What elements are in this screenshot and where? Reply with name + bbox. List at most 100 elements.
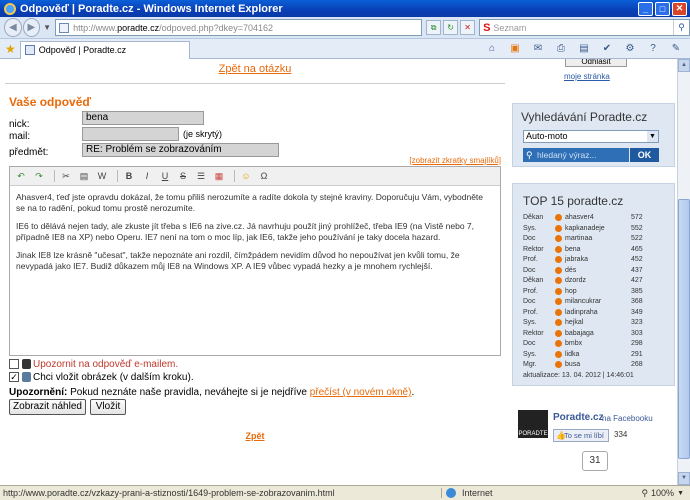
undo-icon[interactable]: ↶ xyxy=(14,169,28,183)
safety-icon[interactable]: ✔ xyxy=(597,41,617,57)
scroll-thumb[interactable] xyxy=(678,199,690,459)
site-search-input[interactable]: ⚲ hledaný výraz... xyxy=(523,148,629,162)
editor-content[interactable]: Ahasver4, ťeď jste opravdu dokázal, že t… xyxy=(10,186,500,285)
top15-name[interactable]: ladinpraha xyxy=(565,308,598,317)
paste-icon[interactable]: ▤ xyxy=(77,169,91,183)
scroll-up-icon[interactable]: ▲ xyxy=(678,59,690,72)
underline-icon[interactable]: U xyxy=(158,169,172,183)
back-to-question-link[interactable]: Zpět na otázku xyxy=(5,63,505,75)
top15-name[interactable]: babajaga xyxy=(565,329,594,338)
stop-icon[interactable]: ✕ xyxy=(460,20,476,35)
close-icon[interactable]: ✕ xyxy=(672,1,687,16)
top15-row[interactable]: Rektor babajaga 303 xyxy=(523,329,673,338)
top15-name[interactable]: ahasver4 xyxy=(565,213,594,222)
notify-checkbox[interactable] xyxy=(9,359,19,369)
chevron-down-icon[interactable]: ▼ xyxy=(677,490,684,497)
page-menu-icon[interactable]: ▤ xyxy=(574,41,594,57)
subject-field[interactable]: RE: Problém se zobrazováním xyxy=(82,143,279,157)
print-icon[interactable]: ⎙ xyxy=(551,41,571,57)
category-select[interactable]: Auto-moto ▼ xyxy=(523,130,659,143)
top15-name[interactable]: jabraka xyxy=(565,255,588,264)
rules-warning: Upozornění: Pokud neznáte naše pravidla,… xyxy=(9,387,414,398)
search-ok-button[interactable]: OK xyxy=(630,148,659,162)
top15-row[interactable]: Sys. lidka 291 xyxy=(523,350,673,359)
tools-icon[interactable]: ⚙ xyxy=(620,41,640,57)
top15-points: 552 xyxy=(631,224,643,232)
top15-points: 349 xyxy=(631,308,643,316)
tab-current[interactable]: Odpověď | Poradte.cz xyxy=(19,40,190,59)
top15-row[interactable]: Děkan dzordz 427 xyxy=(523,276,673,285)
top15-name[interactable]: martinaa xyxy=(565,234,592,243)
cut-icon[interactable]: ✂ xyxy=(59,169,73,183)
top15-name[interactable]: hejkal xyxy=(565,318,583,327)
home-icon[interactable]: ⌂ xyxy=(482,41,502,57)
top15-row[interactable]: Doc dés 437 xyxy=(523,266,673,275)
bold-icon[interactable]: B xyxy=(122,169,136,183)
top15-name[interactable]: milancukrar xyxy=(565,297,601,306)
forward-icon[interactable]: ▶ xyxy=(22,18,41,37)
like-button[interactable]: 👍 To se mi líbí xyxy=(553,429,609,442)
top15-row[interactable]: Prof. ladinpraha 349 xyxy=(523,308,673,317)
submit-button[interactable]: Vložit xyxy=(90,399,126,415)
smileys-link[interactable]: [zobrazit zkratky smajlíků] xyxy=(409,156,501,165)
scroll-down-icon[interactable]: ▼ xyxy=(678,472,690,485)
chevron-down-icon[interactable]: ▼ xyxy=(647,131,658,142)
top15-name[interactable]: lidka xyxy=(565,350,579,359)
share-count-box[interactable]: 31 xyxy=(582,451,608,471)
mail-field[interactable] xyxy=(82,127,179,141)
top15-name[interactable]: bmbx xyxy=(565,339,582,348)
answer-editor[interactable]: ↶ ↷ ✂ ▤ W B I U S ☰ ▦ ☺ Ω Ahasver4, ťeď … xyxy=(9,166,501,356)
zone-label: Internet xyxy=(462,488,493,498)
strike-icon[interactable]: S xyxy=(176,169,190,183)
top15-row[interactable]: Sys. kapkanadeje 552 xyxy=(523,224,673,233)
mail-icon[interactable]: ✉ xyxy=(528,41,548,57)
top15-row[interactable]: Doc milancukrar 368 xyxy=(523,297,673,306)
image-checkbox[interactable]: ✓ xyxy=(9,372,19,382)
feeds-icon[interactable]: ▣ xyxy=(505,41,525,57)
top15-row[interactable]: Prof. jabraka 452 xyxy=(523,255,673,264)
help-icon[interactable]: ? xyxy=(643,41,663,57)
divider xyxy=(5,83,505,84)
redo-icon[interactable]: ↷ xyxy=(32,169,46,183)
nick-field[interactable]: bena xyxy=(82,111,204,125)
address-bar[interactable]: http://www. poradte.cz/odpoved.php?dkey=7… xyxy=(55,19,423,36)
search-icon[interactable]: ⚲ xyxy=(673,20,689,35)
zoom-control[interactable]: ⚲ 100% ▼ xyxy=(641,488,684,499)
top15-row[interactable]: Doc martinaa 522 xyxy=(523,234,673,243)
table-icon[interactable]: ▦ xyxy=(212,169,226,183)
back-icon[interactable]: ◀ xyxy=(4,18,22,37)
top15-name[interactable]: dzordz xyxy=(565,276,586,285)
paste-word-icon[interactable]: W xyxy=(95,169,109,183)
top15-row[interactable]: Sys. hejkal 323 xyxy=(523,318,673,327)
smiley-icon[interactable]: ☺ xyxy=(239,169,253,183)
top15-row[interactable]: Mgr. busa 268 xyxy=(523,360,673,369)
top15-row[interactable]: Doc bmbx 298 xyxy=(523,339,673,348)
minimize-icon[interactable]: _ xyxy=(638,1,653,16)
top15-row[interactable]: Rektor bena 465 xyxy=(523,245,673,254)
vertical-scrollbar[interactable]: ▲ ▼ xyxy=(677,59,690,485)
top15-name[interactable]: busa xyxy=(565,360,580,369)
favorites-star-icon[interactable]: ★ xyxy=(5,42,16,56)
top15-name[interactable]: hop xyxy=(565,287,577,296)
my-page-link[interactable]: moje stránka xyxy=(564,72,610,81)
facebook-page-link[interactable]: Poradte.cz xyxy=(553,412,604,423)
top15-name[interactable]: kapkanadeje xyxy=(565,224,605,233)
top15-row[interactable]: Děkan ahasver4 572 xyxy=(523,213,673,222)
rules-link[interactable]: přečíst (v novém okně) xyxy=(310,387,412,398)
history-dropdown-icon[interactable]: ▼ xyxy=(43,23,51,32)
account-button[interactable]: Odhlásit xyxy=(565,59,627,67)
italic-icon[interactable]: I xyxy=(140,169,154,183)
top15-name[interactable]: dés xyxy=(565,266,576,275)
top15-name[interactable]: bena xyxy=(565,245,581,254)
back-link-bottom[interactable]: Zpět xyxy=(5,431,505,441)
search-box[interactable]: S Seznam ⚲ xyxy=(479,19,690,36)
preview-button[interactable]: Zobrazit náhled xyxy=(9,399,86,415)
special-char-icon[interactable]: Ω xyxy=(257,169,271,183)
warning-lead: Upozornění: xyxy=(9,387,68,398)
maximize-icon[interactable]: □ xyxy=(655,1,670,16)
research-icon[interactable]: ✎ xyxy=(666,41,686,57)
list-icon[interactable]: ☰ xyxy=(194,169,208,183)
refresh-icon[interactable]: ↻ xyxy=(443,20,459,35)
top15-row[interactable]: Prof. hop 385 xyxy=(523,287,673,296)
compatibility-icon[interactable]: ⧉ xyxy=(426,20,442,35)
